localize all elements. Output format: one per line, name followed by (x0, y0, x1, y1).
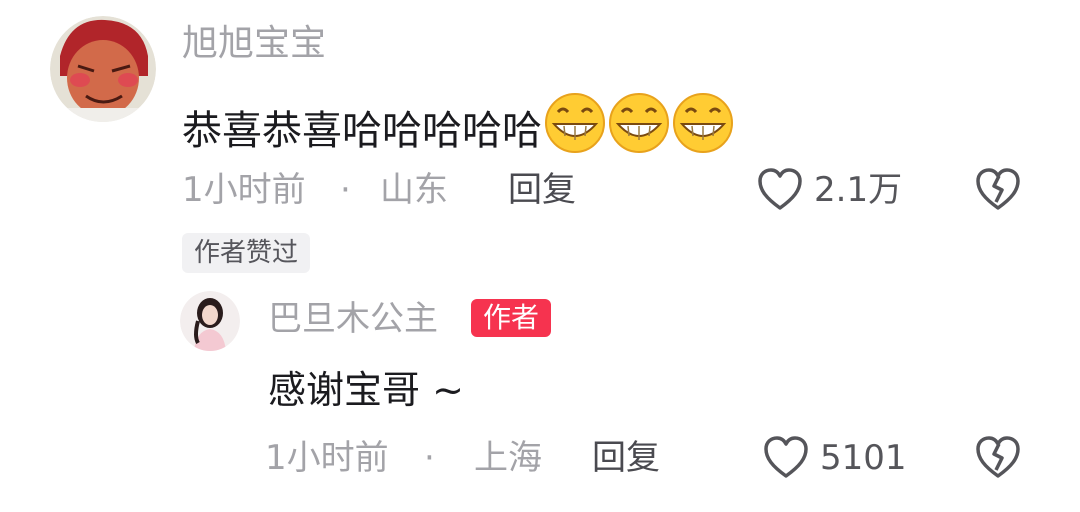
comment-time: 1小时前 (182, 170, 306, 210)
heart-outline-icon (762, 434, 810, 484)
comment-text-content: 恭喜恭喜哈哈哈哈哈 (182, 108, 542, 154)
reply-username[interactable]: 巴旦木公主 (268, 296, 438, 342)
reply-button[interactable]: 回复 (592, 436, 660, 480)
broken-heart-icon (974, 436, 1022, 484)
like-count: 2.1万 (814, 170, 903, 210)
author-liked-badge: 作者赞过 (182, 233, 311, 273)
like-button[interactable]: 5101 (762, 434, 912, 480)
dislike-button[interactable] (974, 434, 1024, 480)
like-count: 5101 (820, 438, 907, 478)
grinning-emoji-icon (608, 92, 670, 167)
reply-avatar[interactable] (180, 291, 240, 351)
grinning-emoji-icon (672, 92, 734, 167)
heart-outline-icon (756, 166, 804, 216)
commenter-avatar[interactable] (50, 16, 156, 122)
meta-separator: · (340, 170, 351, 210)
like-button[interactable]: 2.1万 (756, 166, 906, 212)
reply-text: 感谢宝哥 ~ (268, 368, 464, 412)
reply-location: 上海 (474, 438, 542, 478)
reply-time: 1小时前 (265, 438, 389, 478)
reply-button[interactable]: 回复 (508, 168, 576, 212)
commenter-username[interactable]: 旭旭宝宝 (182, 20, 326, 68)
broken-heart-icon (974, 168, 1022, 216)
author-tag: 作者 (471, 299, 552, 337)
comment-text: 恭喜恭喜哈哈哈哈哈 (182, 92, 734, 167)
dislike-button[interactable] (974, 166, 1024, 212)
comment-location: 山东 (380, 170, 448, 210)
grinning-emoji-icon (544, 92, 606, 167)
meta-separator: · (424, 438, 435, 478)
